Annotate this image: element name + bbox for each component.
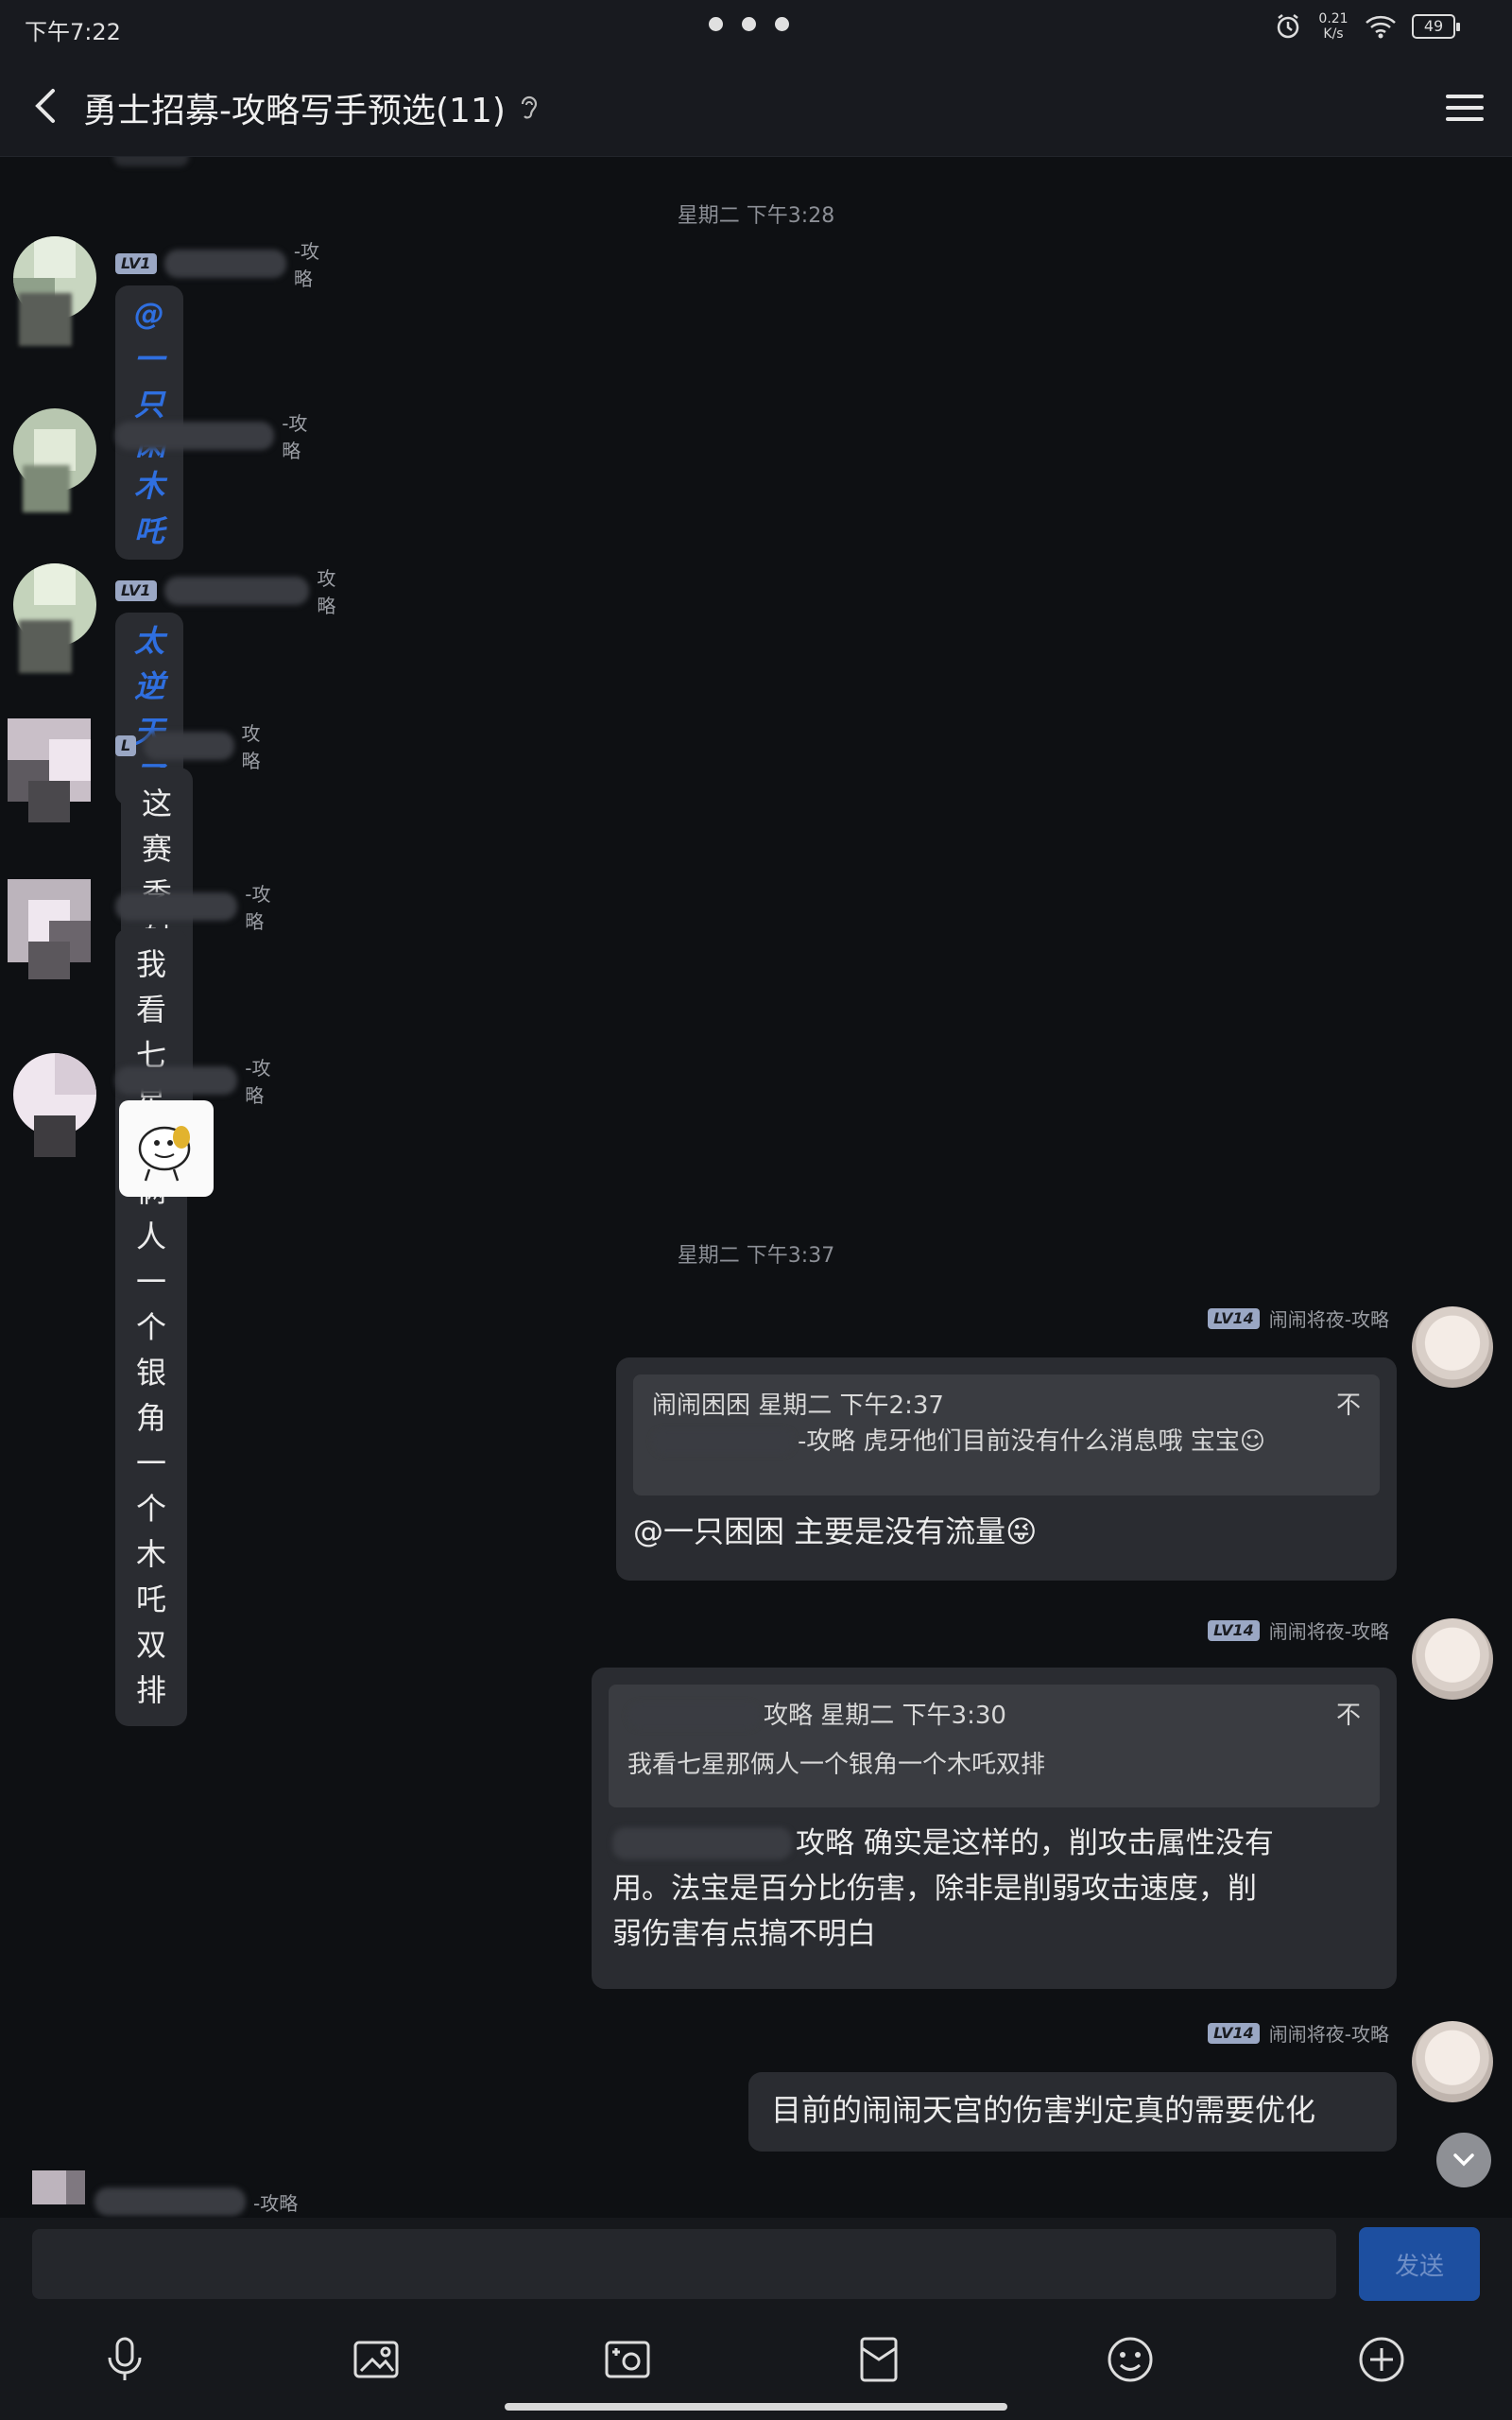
message-bubble[interactable]: 攻略 星期二 下午3:30 不 我看七星那俩人一个银角一个木吒双排 攻略 确实是… [592, 1668, 1397, 1989]
emoji-button[interactable] [1100, 2329, 1160, 2390]
image-button[interactable] [346, 2329, 406, 2390]
sender-suffix: -攻略 [245, 883, 271, 933]
self-avatar[interactable] [1412, 1618, 1493, 1700]
sender-name: 闹闹将夜-攻略 [1268, 2023, 1389, 2046]
back-button[interactable] [21, 79, 74, 132]
hamburger-menu-icon [1446, 95, 1484, 121]
quote-text: 我看七星那俩人一个银角一个木吒双排 [627, 1751, 1046, 1779]
home-indicator[interactable] [505, 2403, 1007, 2411]
level-badge: LV14 [1208, 1619, 1260, 1641]
timestamp: 星期二 下午3:28 [677, 204, 835, 228]
scroll-to-bottom-button[interactable] [1436, 2133, 1491, 2187]
pin-icon: 不 [1335, 1702, 1361, 1730]
sender-suffix: -攻略 [282, 412, 308, 462]
chat-header: 勇士招募-攻略写手预选(11) [0, 57, 1512, 157]
back-arrow-icon [35, 89, 55, 123]
status-dots [709, 17, 789, 31]
more-button[interactable] [1351, 2329, 1412, 2390]
pin-icon: 不 [1335, 1392, 1361, 1420]
blurred-name [115, 892, 238, 921]
chat-title: 勇士招募-攻略写手预选(11) [83, 83, 540, 132]
quote-header: 攻略 星期二 下午3:30 [764, 1702, 1006, 1730]
blurred-name [115, 422, 275, 450]
message-bubble[interactable]: 我看七星那俩人一个银角一个木吒双排 [115, 928, 188, 1726]
sender-name: 闹闹将夜-攻略 [1268, 1620, 1389, 1643]
plus-circle-icon [1359, 2337, 1404, 2382]
image-icon [353, 2341, 399, 2378]
network-speed: 0.21 K/s [1318, 11, 1349, 42]
level-badge: LV14 [1208, 1307, 1260, 1329]
sender-name: 闹闹将夜-攻略 [1268, 1308, 1389, 1331]
sticker-face-icon [138, 1126, 191, 1182]
message-bubble[interactable]: 闹闹困困 星期二 下午2:37 不 -攻略 虎牙他们目前没有什么消息哦 宝宝☺ … [616, 1357, 1397, 1581]
sender-suffix: 攻略 [241, 722, 261, 772]
self-avatar[interactable] [1412, 1306, 1493, 1388]
blurred-name [163, 250, 286, 278]
level-badge: L [115, 735, 137, 756]
wifi-icon [1366, 15, 1396, 39]
blurred-name [652, 1429, 794, 1454]
sender-suffix: -攻略 [245, 1057, 271, 1107]
sender-info: -攻略 [94, 2187, 298, 2216]
quote-text: -攻略 虎牙他们目前没有什么消息哦 宝宝☺ [798, 1427, 1266, 1456]
ear-icon [521, 95, 537, 119]
input-bar: 发送 [0, 2218, 1512, 2312]
voice-button[interactable] [94, 2329, 155, 2390]
sender-info: LV1 攻略 [115, 563, 352, 618]
sender-suffix: -攻略 [253, 2191, 299, 2215]
quoted-message[interactable]: 闹闹困困 星期二 下午2:37 不 -攻略 虎牙他们目前没有什么消息哦 宝宝☺ [633, 1374, 1380, 1495]
message-bubble[interactable]: 木吒 [115, 458, 184, 560]
level-badge: LV14 [1208, 2022, 1260, 2044]
sticker-image[interactable] [119, 1100, 214, 1197]
blurred-name [627, 1703, 760, 1729]
message-text: 攻略 确实是这样的，削攻击属性没有 用。法宝是百分比伤害，除非是削弱攻击速度，削… [612, 1826, 1274, 1951]
level-badge: LV1 [115, 580, 157, 601]
battery-icon: 49 [1412, 14, 1460, 39]
clipped-bubble [113, 157, 189, 166]
sender-info: LV14 闹闹将夜-攻略 [1208, 1305, 1389, 1332]
menu-button[interactable] [1438, 81, 1491, 134]
blurred-name [115, 1066, 238, 1095]
send-button[interactable]: 发送 [1359, 2227, 1480, 2301]
blurred-name [144, 732, 234, 760]
camera-button[interactable] [597, 2329, 658, 2390]
message-bubble[interactable]: 目前的闹闹天宫的伤害判定真的需要优化 [748, 2072, 1397, 2152]
sender-info: L 攻略 [115, 718, 274, 773]
message-input[interactable] [32, 2229, 1336, 2299]
blurred-name [94, 2187, 246, 2216]
status-icons: 0.21 K/s 49 [1274, 11, 1460, 42]
sender-info: LV14 闹闹将夜-攻略 [1208, 1616, 1389, 1644]
sender-info: -攻略 [115, 408, 321, 463]
alarm-icon [1277, 14, 1299, 39]
chat-title-text: 勇士招募-攻略写手预选(11) [83, 92, 506, 130]
avatar[interactable] [0, 2170, 85, 2218]
sender-info: LV14 闹闹将夜-攻略 [1208, 2019, 1389, 2047]
message-list[interactable]: 星期二 下午3:28 LV1 -攻略 @一只困困 -攻略 木吒 [0, 157, 1512, 2218]
input-toolbar [0, 2312, 1512, 2420]
quote-header: 闹闹困困 星期二 下午2:37 [652, 1392, 944, 1420]
sender-suffix: 攻略 [317, 567, 336, 617]
timestamp: 星期二 下午3:37 [677, 1244, 835, 1268]
blurred-name [612, 1827, 792, 1859]
microphone-icon [108, 2337, 142, 2380]
message-text: @一只困困 主要是没有流量😜 [633, 1513, 1038, 1549]
sender-info: -攻略 [115, 879, 284, 934]
chevron-down-icon [1453, 2153, 1474, 2167]
sender-suffix: -攻略 [293, 240, 320, 290]
level-badge: LV1 [115, 253, 157, 274]
self-avatar[interactable] [1412, 2021, 1493, 2102]
sender-info: LV1 -攻略 [115, 236, 333, 291]
red-packet-icon [860, 2337, 898, 2382]
emoji-icon [1108, 2337, 1153, 2382]
red-packet-button[interactable] [849, 2329, 909, 2390]
blurred-name [163, 577, 310, 605]
status-bar: 下午7:22 0.21 K/s 49 [0, 0, 1512, 57]
status-time: 下午7:22 [25, 19, 121, 45]
quoted-message[interactable]: 攻略 星期二 下午3:30 不 我看七星那俩人一个银角一个木吒双排 [609, 1685, 1380, 1807]
camera-icon [605, 2341, 650, 2378]
